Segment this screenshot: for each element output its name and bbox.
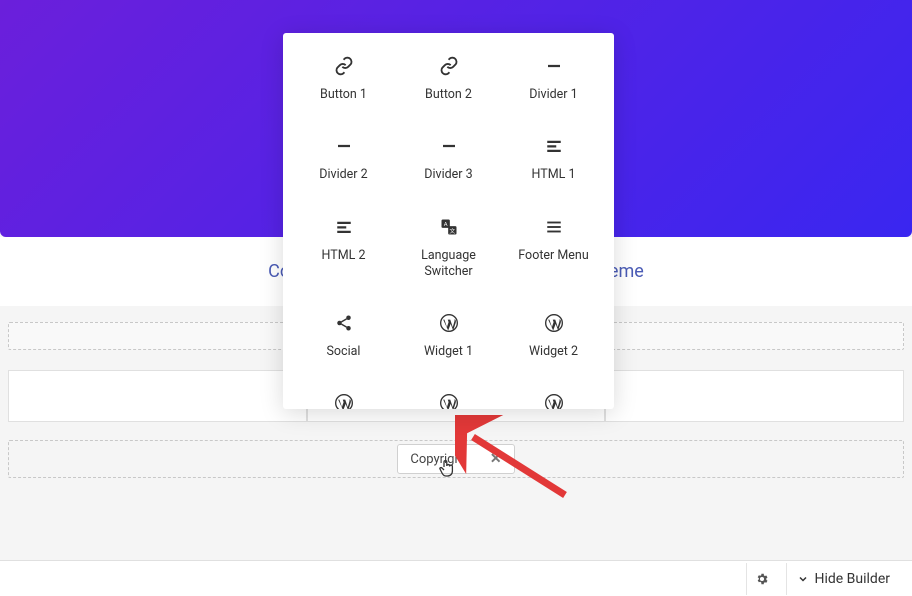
minus-icon [438,135,460,157]
close-icon[interactable]: ✕ [490,451,502,467]
minus-icon [543,55,565,77]
gear-icon [755,572,769,586]
element-item[interactable]: A文 Language Switcher [400,212,497,285]
language-icon: A文 [438,216,460,238]
builder-slot[interactable]: Copyright ✕ [8,440,904,478]
wp-icon [438,312,460,334]
element-label: HTML 2 [322,248,366,264]
builder-slot-right[interactable] [605,370,904,422]
element-label: Button 1 [320,87,367,103]
wp-icon [438,392,460,409]
html-icon [543,135,565,157]
hide-builder-button[interactable]: Hide Builder [786,563,901,595]
element-label: Social [327,344,361,360]
element-label: Footer Menu [518,248,588,264]
element-picker-popover: Button 1 Button 2 Divider 1 Divider 2 Divide… [283,33,614,409]
element-item[interactable] [295,388,392,409]
element-item[interactable] [400,388,497,409]
element-item[interactable]: Divider 1 [505,51,602,107]
builder-row-bottom: Copyright ✕ [0,440,912,478]
settings-button[interactable] [746,563,778,595]
link-icon [333,55,355,77]
element-label: Language Switcher [404,248,493,281]
element-label: Divider 1 [529,87,577,103]
link-icon [438,55,460,77]
element-item[interactable]: Footer Menu [505,212,602,285]
element-item[interactable]: Button 1 [295,51,392,107]
element-label: HTML 1 [532,167,576,183]
element-item[interactable] [505,388,602,409]
svg-text:文: 文 [449,226,455,234]
element-item[interactable]: Widget 2 [505,308,602,364]
menu-icon [543,216,565,238]
element-item[interactable]: HTML 2 [295,212,392,285]
element-label: Divider 2 [319,167,367,183]
copyright-chip[interactable]: Copyright ✕ [397,444,514,474]
element-label: Button 2 [425,87,472,103]
builder-slot[interactable] [607,322,904,350]
element-item[interactable]: Social [295,308,392,364]
html-icon [333,216,355,238]
wp-icon [543,312,565,334]
bottom-toolbar: Hide Builder [0,560,912,596]
element-item[interactable]: HTML 1 [505,131,602,187]
element-label: Widget 2 [529,344,578,360]
builder-slot-left[interactable] [8,370,307,422]
hide-builder-label: Hide Builder [815,571,891,587]
builder-slot[interactable] [8,322,305,350]
popover-scroll[interactable]: Button 1 Button 2 Divider 1 Divider 2 Divide… [283,33,614,409]
element-label: Widget 1 [424,344,473,360]
element-item[interactable]: Divider 2 [295,131,392,187]
element-item[interactable]: Divider 3 [400,131,497,187]
wp-icon [543,392,565,409]
element-label: Divider 3 [424,167,472,183]
chevron-down-icon [797,573,809,585]
share-icon [333,312,355,334]
wp-icon [333,392,355,409]
svg-text:A: A [443,222,447,228]
element-item[interactable]: Button 2 [400,51,497,107]
element-item[interactable]: Widget 1 [400,308,497,364]
minus-icon [333,135,355,157]
chip-label: Copyright [410,452,466,467]
